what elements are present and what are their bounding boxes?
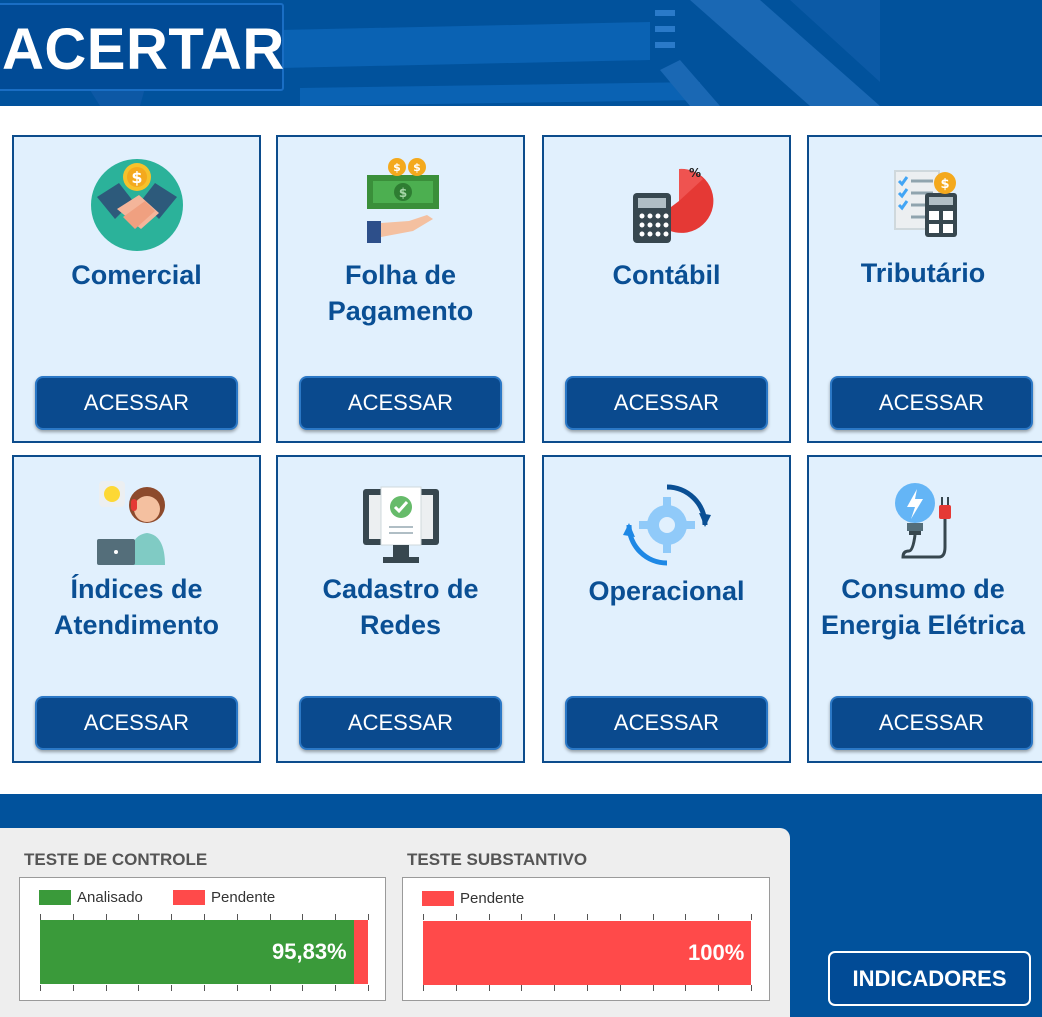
tick-top bbox=[368, 914, 369, 920]
card-operacional: Operacional ACESSAR bbox=[542, 455, 791, 763]
acessar-button-indices[interactable]: ACESSAR bbox=[35, 696, 238, 750]
card-label: Consumo de Energia Elétrica bbox=[820, 574, 1026, 640]
tick-top bbox=[423, 914, 424, 920]
card-consumo-energia: Consumo de Energia Elétrica ACESSAR bbox=[807, 455, 1042, 763]
tick-top bbox=[455, 914, 457, 920]
legend-item-pendente: Pendente bbox=[422, 890, 524, 907]
tick-bottom bbox=[587, 985, 588, 991]
indicadores-button[interactable]: INDICADORES bbox=[828, 951, 1031, 1006]
card-label: Contábil bbox=[612, 260, 721, 290]
tick-bottom bbox=[488, 985, 490, 991]
acessar-button-cadastro[interactable]: ACESSAR bbox=[299, 696, 502, 750]
bulb-plug-icon bbox=[809, 475, 1042, 575]
tick-top bbox=[685, 914, 687, 920]
tick-top bbox=[751, 914, 752, 920]
tick-top bbox=[521, 914, 523, 920]
tax-calculator-icon: $ bbox=[809, 155, 1042, 255]
card-label: Cadastro de Redes bbox=[322, 574, 479, 640]
tick-bottom bbox=[138, 985, 140, 991]
gear-cycle-icon bbox=[544, 475, 789, 575]
acessar-button-operacional[interactable]: ACESSAR bbox=[565, 696, 768, 750]
tick-top bbox=[652, 914, 654, 920]
svg-text:$: $ bbox=[940, 177, 949, 192]
support-agent-icon bbox=[14, 475, 259, 575]
acessar-button-contabil[interactable]: ACESSAR bbox=[565, 376, 768, 430]
chart-controle: Analisado Pendente 95,83% bbox=[19, 877, 386, 1001]
card-label: Comercial bbox=[71, 260, 202, 290]
svg-text:$: $ bbox=[131, 168, 142, 187]
tick-bottom bbox=[751, 985, 752, 991]
card-folha-de-pagamento: $ $ $ Folha de Pagamento ACESSAR bbox=[276, 135, 525, 443]
card-tributario: $ Tributário ACESSAR bbox=[807, 135, 1042, 443]
tests-panel: TESTE DE CONTROLE Analisado Pendente 95,… bbox=[0, 828, 790, 1017]
legend-swatch bbox=[422, 891, 454, 906]
card-cadastro-de-redes: Cadastro de Redes ACESSAR bbox=[276, 455, 525, 763]
legend-item-analisado: Analisado bbox=[39, 889, 143, 906]
svg-text:$: $ bbox=[398, 186, 406, 200]
money-hand-icon: $ $ $ bbox=[278, 155, 523, 255]
tick-bottom bbox=[302, 985, 304, 991]
bar-value-label: 95,83% bbox=[272, 939, 347, 964]
acessar-button-consumo[interactable]: ACESSAR bbox=[830, 696, 1033, 750]
tick-bottom bbox=[236, 985, 238, 991]
legend-swatch bbox=[173, 890, 205, 905]
tick-bottom bbox=[455, 985, 457, 991]
svg-text:$: $ bbox=[413, 161, 421, 174]
tick-top bbox=[554, 914, 556, 920]
legend-label: Pendente bbox=[211, 889, 276, 906]
title-box: ACERTAR bbox=[0, 3, 284, 91]
tick-bottom bbox=[423, 985, 424, 991]
svg-text:$: $ bbox=[393, 161, 401, 174]
bar-value-label: 100% bbox=[688, 940, 745, 965]
monitor-check-icon bbox=[278, 475, 523, 575]
acessar-button-folha[interactable]: ACESSAR bbox=[299, 376, 502, 430]
calculator-pie-icon: % bbox=[544, 155, 789, 255]
app-title: ACERTAR bbox=[2, 17, 285, 82]
tick-bottom bbox=[269, 985, 271, 991]
handshake-coin-icon: $ bbox=[14, 155, 259, 255]
tick-top bbox=[619, 914, 621, 920]
tick-top bbox=[718, 914, 720, 920]
header-banner: ACERTAR bbox=[0, 0, 1042, 106]
tick-top bbox=[587, 914, 588, 920]
tick-bottom bbox=[335, 985, 337, 991]
tick-bottom bbox=[105, 985, 107, 991]
tick-bottom bbox=[718, 985, 720, 991]
legend-label: Analisado bbox=[77, 889, 143, 906]
legend-item-pendente: Pendente bbox=[173, 889, 275, 906]
tick-bottom bbox=[368, 985, 369, 991]
chart-substantivo: Pendente 100% bbox=[402, 877, 770, 1001]
card-indices-de-atendimento: Índices de Atendimento ACESSAR bbox=[12, 455, 261, 763]
card-label: Operacional bbox=[588, 576, 745, 606]
acessar-button-tributario[interactable]: ACESSAR bbox=[830, 376, 1033, 430]
tick-bottom bbox=[171, 985, 173, 991]
card-contabil: % Contábil ACESSAR bbox=[542, 135, 791, 443]
bar-pendente bbox=[354, 920, 368, 984]
tick-bottom bbox=[204, 985, 205, 991]
tick-top bbox=[488, 914, 490, 920]
svg-text:%: % bbox=[689, 166, 701, 180]
tick-bottom bbox=[40, 985, 41, 991]
tick-bottom bbox=[619, 985, 621, 991]
section-title-controle: TESTE DE CONTROLE bbox=[24, 850, 208, 869]
acessar-button-comercial[interactable]: ACESSAR bbox=[35, 376, 238, 430]
tick-bottom bbox=[685, 985, 687, 991]
card-label: Folha de Pagamento bbox=[327, 260, 474, 326]
card-label: Índices de Atendimento bbox=[54, 574, 219, 640]
legend-label: Pendente bbox=[460, 890, 525, 907]
tick-bottom bbox=[554, 985, 556, 991]
tick-bottom bbox=[652, 985, 654, 991]
tick-bottom bbox=[521, 985, 523, 991]
card-label: Tributário bbox=[860, 258, 986, 288]
section-title-substantivo: TESTE SUBSTANTIVO bbox=[407, 850, 588, 869]
card-comercial: $ Comercial ACESSAR bbox=[12, 135, 261, 443]
tick-bottom bbox=[72, 985, 74, 991]
legend-swatch bbox=[39, 890, 71, 905]
